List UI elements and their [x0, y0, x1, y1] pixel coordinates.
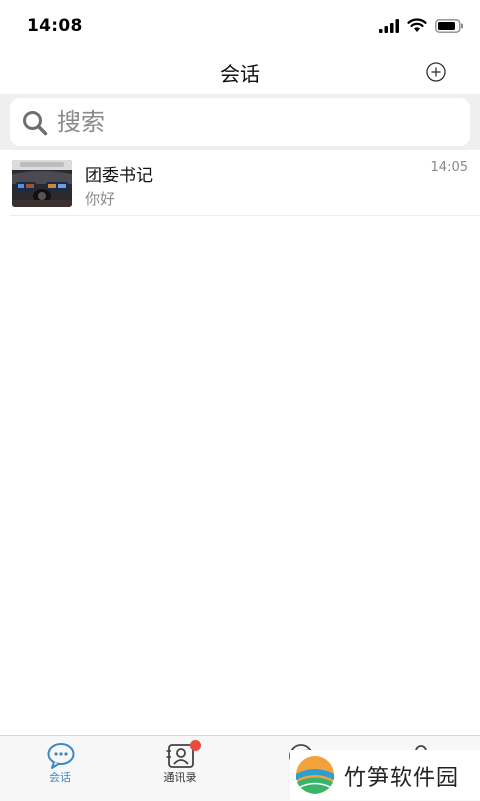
add-icon[interactable]: [425, 61, 447, 83]
status-bar: 14:08: [0, 0, 480, 52]
status-time: 14:08: [27, 16, 83, 36]
search-bar: [0, 94, 480, 150]
tab-contacts[interactable]: 通讯录: [140, 736, 220, 801]
search-input[interactable]: [57, 104, 437, 140]
tab-label: 会话: [49, 771, 71, 784]
search-box[interactable]: [10, 98, 470, 146]
conversation-name: 团委书记: [85, 166, 153, 186]
watermark: 竹笋软件园: [290, 750, 480, 800]
search-icon: [23, 111, 48, 136]
chat-bubble-icon: [47, 743, 75, 769]
conversation-list: 团委书记 你好 14:05: [0, 150, 480, 216]
tab-label: 通讯录: [163, 771, 197, 784]
notification-badge: [190, 740, 201, 751]
conversation-time: 14:05: [430, 160, 468, 175]
bamboo-logo-icon: [296, 756, 334, 794]
wifi-icon: [407, 18, 427, 32]
nav-bar: 会话: [0, 52, 480, 94]
watermark-text: 竹笋软件园: [344, 766, 460, 791]
conversation-preview: 你好: [85, 190, 116, 208]
signal-icon: [379, 18, 399, 33]
conversation-item[interactable]: 团委书记 你好 14:05: [10, 150, 480, 216]
avatar: [12, 160, 72, 207]
battery-icon: [435, 18, 463, 33]
tab-chats[interactable]: 会话: [20, 736, 100, 801]
status-icons: [379, 18, 464, 33]
page-title: 会话: [220, 62, 260, 86]
